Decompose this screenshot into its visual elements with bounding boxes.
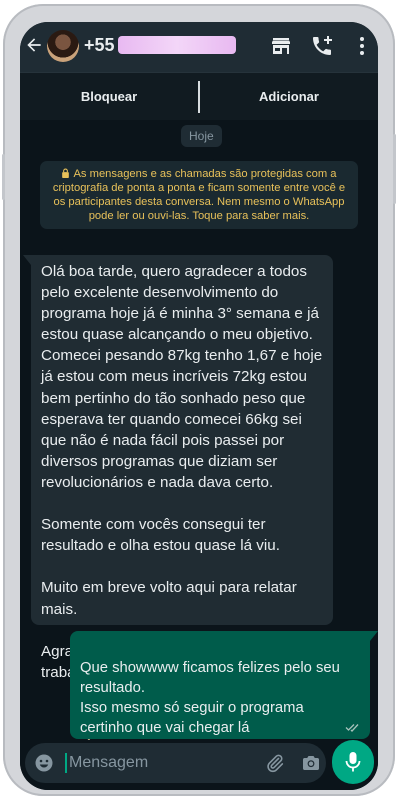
- microphone-icon: [345, 752, 361, 772]
- composer-bar: [20, 740, 378, 790]
- message-input-container[interactable]: [25, 743, 326, 783]
- back-arrow-icon[interactable]: [24, 35, 44, 55]
- message-list[interactable]: Hoje As mensagens e as chamadas são prot…: [20, 120, 378, 758]
- camera-icon[interactable]: [301, 753, 321, 773]
- add-call-icon[interactable]: [310, 34, 334, 58]
- incoming-message[interactable]: Olá boa tarde, quero agradecer a todos p…: [23, 255, 333, 681]
- lock-icon: [62, 168, 70, 178]
- attach-icon[interactable]: [265, 753, 285, 773]
- encryption-notice-text: As mensagens e as chamadas são protegida…: [52, 168, 346, 222]
- outgoing-message[interactable]: Que showwww ficamos felizes pelo seu res…: [70, 631, 378, 758]
- store-icon[interactable]: [269, 34, 293, 58]
- phone-side-button: [393, 134, 396, 204]
- outgoing-message-text: Que showwww ficamos felizes pelo seu res…: [80, 660, 340, 736]
- screen: +55 Bloquear Adicionar Hoje As mensagens…: [20, 22, 378, 790]
- chat-header: +55: [20, 22, 378, 72]
- emoji-icon[interactable]: [34, 753, 54, 773]
- unknown-contact-actions: Bloquear Adicionar: [20, 72, 378, 122]
- mic-button[interactable]: [332, 740, 374, 784]
- text-caret: [65, 753, 67, 773]
- message-input[interactable]: [69, 743, 219, 783]
- more-vert-icon[interactable]: [350, 34, 374, 58]
- redacted-phone-number: [118, 36, 236, 54]
- contact-name[interactable]: +55: [84, 35, 115, 56]
- date-chip: Hoje: [181, 125, 222, 147]
- read-receipt-icon: [345, 724, 359, 732]
- encryption-notice[interactable]: As mensagens e as chamadas são protegida…: [40, 161, 358, 229]
- avatar[interactable]: [47, 30, 79, 62]
- add-contact-button[interactable]: Adicionar: [200, 73, 378, 121]
- phone-frame: +55 Bloquear Adicionar Hoje As mensagens…: [2, 4, 396, 796]
- block-button[interactable]: Bloquear: [20, 73, 198, 121]
- phone-side-button: [2, 154, 5, 200]
